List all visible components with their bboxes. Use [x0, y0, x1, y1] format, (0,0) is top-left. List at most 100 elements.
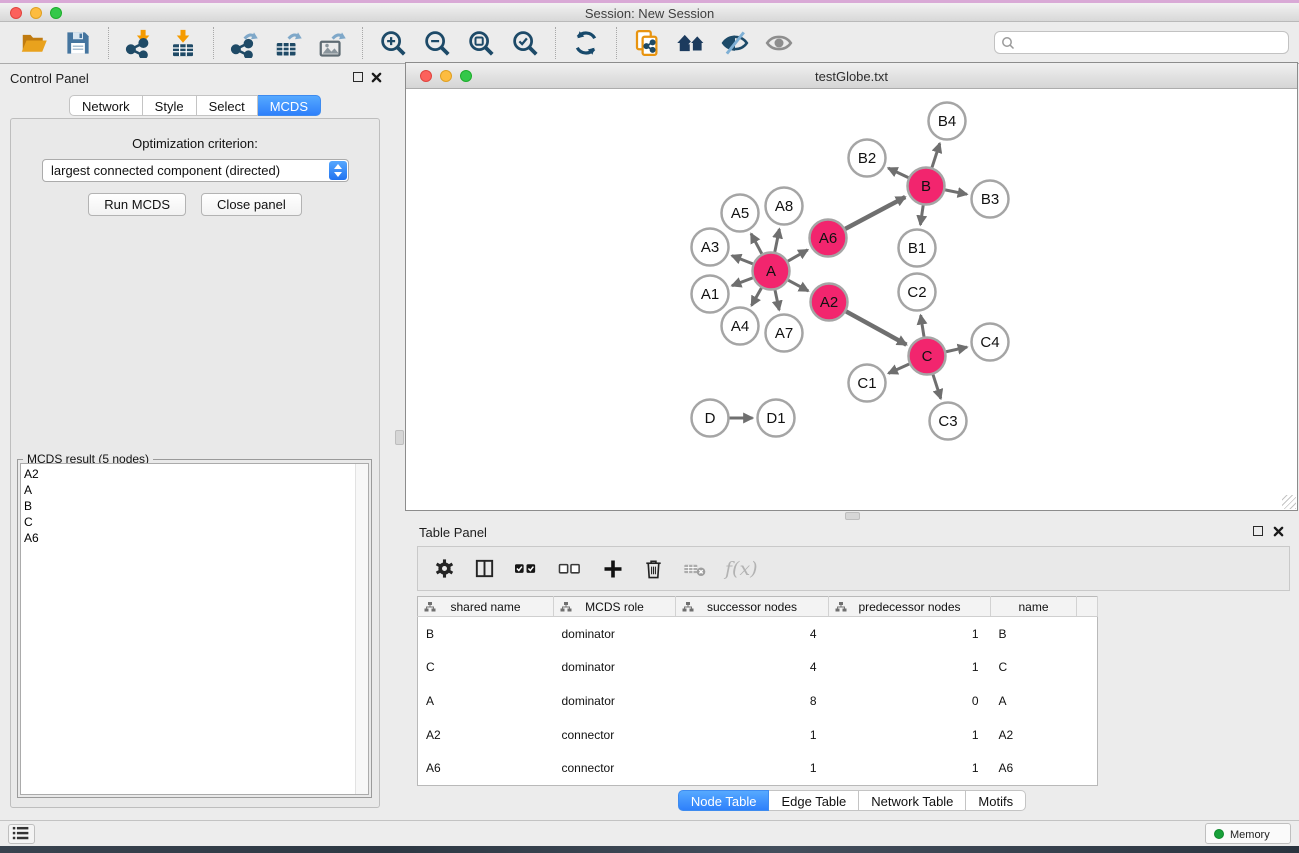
graph-node-A2[interactable]: A2 — [811, 284, 848, 321]
tab-style[interactable]: Style — [143, 95, 197, 116]
graph-edge-A2-C[interactable] — [846, 311, 906, 344]
graph-edge-A-A8[interactable] — [775, 229, 780, 252]
table-row[interactable]: Cdominator41C — [418, 650, 1098, 684]
table-row[interactable]: Bdominator41B — [418, 617, 1098, 651]
table-row[interactable]: A6connector11A6 — [418, 752, 1098, 786]
run-mcds-button[interactable]: Run MCDS — [88, 193, 186, 216]
graph-edge-A-A3[interactable] — [732, 256, 753, 264]
graph-node-D[interactable]: D — [692, 400, 729, 437]
tab-node-table[interactable]: Node Table — [678, 790, 770, 811]
delete-row-trash-icon[interactable] — [642, 557, 665, 580]
graph-edge-C-C1[interactable] — [888, 364, 909, 373]
result-scrollbar[interactable] — [355, 464, 368, 794]
graph-node-C1[interactable]: C1 — [849, 365, 886, 402]
import-network-icon[interactable] — [124, 28, 154, 58]
zoom-in-icon[interactable] — [378, 28, 408, 58]
tab-network[interactable]: Network — [69, 95, 143, 116]
export-image-icon[interactable] — [317, 28, 347, 58]
hide-details-icon[interactable] — [720, 28, 750, 58]
table-settings-gear-icon[interactable] — [433, 557, 456, 580]
table-row[interactable]: Adominator80A — [418, 684, 1098, 718]
zoom-out-icon[interactable] — [422, 28, 452, 58]
column-header-shared-name[interactable]: shared name — [418, 597, 554, 617]
tab-select[interactable]: Select — [197, 95, 258, 116]
graph-edge-C-C4[interactable] — [946, 347, 967, 352]
deselect-all-columns-icon[interactable] — [557, 557, 584, 580]
home-icon[interactable] — [676, 28, 706, 58]
close-panel-button[interactable]: Close panel — [201, 193, 302, 216]
task-history-button[interactable] — [8, 824, 35, 844]
save-icon[interactable] — [63, 28, 93, 58]
graph-edge-B-B2[interactable] — [888, 168, 908, 178]
graph-edge-C-C2[interactable] — [921, 315, 924, 337]
network-canvas[interactable]: B4 B2 B B3 A8A5 A6 A3 B1 A C2 A1 A2 A4A7 C4 C C1 C3 D D1 — [406, 89, 1297, 510]
network-window-titlebar[interactable]: testGlobe.txt — [406, 63, 1297, 89]
graph-node-A8[interactable]: A8 — [766, 188, 803, 225]
graph-edge-A-A6[interactable] — [788, 250, 808, 261]
graph-edge-C-C3[interactable] — [933, 375, 941, 399]
graph-node-B2[interactable]: B2 — [849, 140, 886, 177]
clone-network-icon[interactable] — [632, 28, 662, 58]
column-header-successor-nodes[interactable]: successor nodes — [676, 597, 829, 617]
svg-text:B3: B3 — [981, 191, 999, 208]
graph-node-C4[interactable]: C4 — [972, 324, 1009, 361]
memory-button[interactable]: Memory — [1205, 823, 1291, 844]
graph-edge-B-B1[interactable] — [920, 205, 923, 224]
graph-node-C3[interactable]: C3 — [930, 403, 967, 440]
graph-edge-A-A2[interactable] — [788, 280, 808, 291]
float-panel-icon[interactable] — [1253, 526, 1263, 536]
tab-edge-table[interactable]: Edge Table — [769, 790, 859, 811]
select-all-columns-icon[interactable] — [513, 557, 540, 580]
zoom-fit-icon[interactable] — [466, 28, 496, 58]
column-header-predecessor-nodes[interactable]: predecessor nodes — [829, 597, 991, 617]
show-details-icon[interactable] — [764, 28, 794, 58]
search-input[interactable] — [1019, 33, 1279, 52]
table-row[interactable]: A2connector11A2 — [418, 718, 1098, 752]
window-resize-grip[interactable] — [1282, 495, 1296, 509]
graph-edge-A-A7[interactable] — [775, 290, 779, 310]
close-panel-icon[interactable] — [1273, 526, 1284, 537]
close-panel-icon[interactable] — [371, 72, 382, 83]
graph-node-C[interactable]: C — [909, 338, 946, 375]
result-item[interactable]: B — [24, 498, 368, 514]
refresh-layout-icon[interactable] — [571, 28, 601, 58]
graph-node-A7[interactable]: A7 — [766, 315, 803, 352]
graph-node-B3[interactable]: B3 — [972, 181, 1009, 218]
float-panel-icon[interactable] — [353, 72, 363, 82]
graph-node-D1[interactable]: D1 — [758, 400, 795, 437]
graph-node-A1[interactable]: A1 — [692, 276, 729, 313]
graph-node-B[interactable]: B — [908, 168, 945, 205]
result-item[interactable]: A6 — [24, 530, 368, 546]
graph-node-B4[interactable]: B4 — [929, 103, 966, 140]
result-item[interactable]: A2 — [24, 466, 368, 482]
graph-edge-A-A4[interactable] — [752, 288, 762, 306]
add-column-icon[interactable] — [601, 557, 625, 581]
show-columns-icon[interactable] — [473, 557, 496, 580]
zoom-selected-icon[interactable] — [510, 28, 540, 58]
export-table-icon[interactable] — [273, 28, 303, 58]
graph-edge-A-A5[interactable] — [751, 234, 762, 254]
result-item[interactable]: A — [24, 482, 368, 498]
graph-node-A5[interactable]: A5 — [722, 195, 759, 232]
result-item[interactable]: C — [24, 514, 368, 530]
graph-node-A3[interactable]: A3 — [692, 229, 729, 266]
graph-edge-B-B4[interactable] — [932, 143, 940, 167]
column-header-name[interactable]: name — [991, 597, 1077, 617]
graph-edge-A-A1[interactable] — [732, 278, 753, 286]
criterion-dropdown[interactable]: largest connected component (directed) — [42, 159, 349, 182]
graph-node-A[interactable]: A — [753, 253, 790, 290]
column-header-MCDS-role[interactable]: MCDS role — [554, 597, 676, 617]
import-table-icon[interactable] — [168, 28, 198, 58]
graph-node-B1[interactable]: B1 — [899, 230, 936, 267]
export-network-icon[interactable] — [229, 28, 259, 58]
tab-motifs[interactable]: Motifs — [966, 790, 1026, 811]
open-file-icon[interactable] — [19, 28, 49, 58]
graph-node-C2[interactable]: C2 — [899, 274, 936, 311]
graph-edge-B-B3[interactable] — [945, 190, 967, 194]
vertical-splitter-grip[interactable] — [395, 430, 404, 445]
tab-mcds[interactable]: MCDS — [258, 95, 321, 116]
graph-node-A6[interactable]: A6 — [810, 220, 847, 257]
tab-network-table[interactable]: Network Table — [859, 790, 966, 811]
graph-node-A4[interactable]: A4 — [722, 308, 759, 345]
graph-edge-A6-B[interactable] — [845, 197, 905, 229]
